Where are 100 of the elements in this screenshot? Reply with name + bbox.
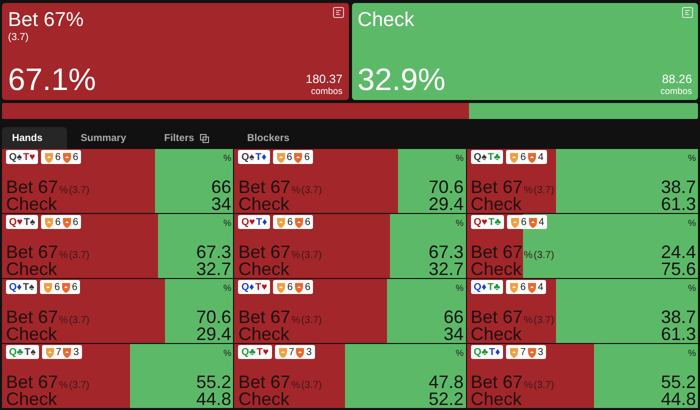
tab[interactable]: Blockers [237,127,314,149]
bet-label: Bet 67 [470,179,523,195]
bet-size: (3.7) [301,380,322,391]
notes-icon[interactable] [332,7,344,18]
bet-size: (3.7) [68,250,90,261]
card-label: T♠ [22,282,34,292]
shield-icon [294,216,304,228]
card-label: T♦ [256,216,268,228]
bet-size: (3.7) [301,315,322,326]
shield-icon [62,346,72,358]
card-label: T♠ [24,346,36,358]
check-label: Check [6,391,58,407]
blocker-count: 6 [55,216,61,228]
hand-cell[interactable]: Q♥T♠ 6 6 % Bet 67%(3.7) 67.3 Check 32.7 [2,214,234,278]
shield-icon [509,282,520,292]
bet-size: (3.7) [534,315,554,326]
shield-icon [44,346,55,358]
card-label: Q♦ [241,282,254,292]
card-label: Q♠ [9,152,22,162]
bet-unit: % [524,380,533,391]
hand-cell[interactable]: Q♥T♦ 6 6 % Bet 67%(3.7) 67.3 Check 32.7 [234,214,466,278]
percent-header: % [223,283,232,293]
card-label: Q♣ [9,346,24,358]
bet-unit: % [291,185,300,196]
percent-header: % [223,348,232,358]
check-value: 75.6 [660,261,696,277]
check-label: Check [470,196,522,212]
percent-header: % [456,348,464,358]
blocker-count: 6 [521,216,527,228]
hand-cell[interactable]: Q♦T♥ 6 6 % Bet 67%(3.7) 66 Check 34 [234,279,466,343]
percent-header: % [456,283,464,293]
blocker-count: 6 [72,216,78,228]
blocker-count: 3 [306,346,312,358]
hand-cell[interactable]: Q♣T♥ 7 3 % Bet 67%(3.7) 47.8 Check 52.2 [234,344,466,408]
combo-count: 88.26 [662,73,692,86]
tab[interactable]: Hands [2,127,67,149]
blocker-count: 6 [287,282,293,292]
hand-cell[interactable]: Q♣T♠ 7 3 % Bet 67%(3.7) 55.2 Check 44.8 [2,344,234,408]
card-label: Q♣ [474,346,488,358]
blocker-count: 6 [287,216,293,228]
hand-cell[interactable]: Q♦T♣ 6 4 % Bet 67%(3.7) 38.7 Check 61.3 [466,279,698,343]
bet-label: Bet 67 [6,244,58,260]
bet-value: 66 [444,309,464,325]
check-value: 34 [444,326,464,342]
bet-unit: % [59,315,68,326]
combo-label: combos [660,86,692,96]
check-value: 34 [211,196,232,212]
hand-cell[interactable]: Q♥T♣ 6 4 % Bet 67%(3.7) 24.4 Check 75.6 [466,214,698,278]
bet-size: (3.7) [534,380,554,391]
bet-value: 70.6 [196,309,232,325]
check-label: Check [470,391,522,407]
bet-label: Bet 67 [6,374,58,390]
bet-value: 38.7 [660,179,696,195]
combo-label: combos [310,86,342,96]
card-label: Q♥ [474,216,488,228]
bet-label: Bet 67 [238,309,290,325]
check-value: 29.4 [196,326,232,342]
hand-cell[interactable]: Q♠T♣ 6 4 % Bet 67%(3.7) 38.7 Check 61.3 [466,149,698,213]
check-label: Check [6,326,58,342]
check-label: Check [6,261,58,277]
bet-label: Bet 67 [6,309,58,325]
check-value: 44.8 [660,391,696,407]
bet-size: (3.7) [301,250,322,261]
shield-icon [43,282,54,292]
shield-icon [526,152,537,162]
card-label: Q♦ [474,282,487,292]
bet-unit: % [524,250,533,261]
bet-size: (3.7) [68,315,90,326]
bet-value: 55.2 [660,374,696,390]
card-label: T♣ [488,152,500,162]
bet-unit: % [59,380,68,391]
check-value: 44.8 [196,391,232,407]
hand-cell[interactable]: Q♠T♥ 6 6 % Bet 67%(3.7) 66 Check 34 [2,149,234,213]
bet-value: 67.3 [428,244,464,260]
shield-icon [276,152,286,162]
bet-unit: % [291,250,300,261]
bet-label: Bet 67 [470,374,523,390]
action-card[interactable]: Bet 67% (3.7) 67.1% 180.37 combos [2,3,348,100]
bet-label: Bet 67 [238,244,290,260]
hand-cell[interactable]: Q♣T♦ 7 3 % Bet 67%(3.7) 55.2 Check 44.8 [466,344,698,408]
hand-cell[interactable]: Q♠T♦ 6 6 % Bet 67%(3.7) 70.6 Check 29.4 [234,149,466,213]
shield-icon [62,216,72,228]
card-label: T♥ [256,346,269,358]
blocker-count: 3 [538,346,544,358]
tab[interactable]: Summary [70,127,150,149]
bet-label: Bet 67 [238,374,290,390]
check-label: Check [238,196,290,212]
blocker-count: 7 [288,346,294,358]
blocker-count: 6 [520,152,526,162]
bet-label: Bet 67 [238,179,290,195]
percent-header: % [456,218,464,228]
bet-value: 55.2 [196,374,232,390]
shield-icon [294,282,304,292]
check-value: 32.7 [196,261,232,277]
bet-unit: % [59,250,68,261]
hand-cell[interactable]: Q♦T♠ 6 6 % Bet 67%(3.7) 70.6 Check 29.4 [2,279,234,343]
check-value: 52.2 [428,391,464,407]
blocker-count: 6 [286,152,292,162]
bet-unit: % [291,315,300,326]
tab[interactable]: Filters [154,127,234,149]
